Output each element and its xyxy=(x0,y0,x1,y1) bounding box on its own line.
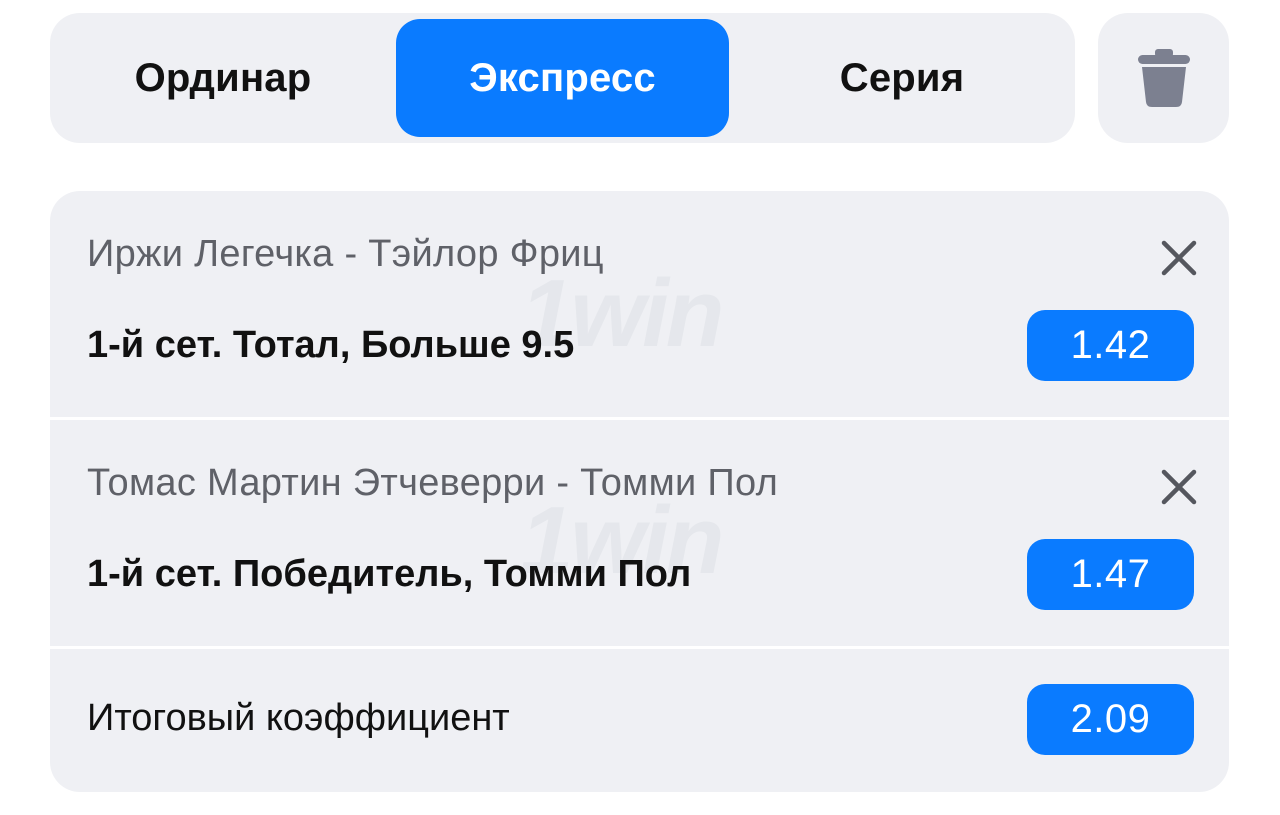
total-odds-row: Итоговый коэффициент 2.09 xyxy=(50,649,1229,792)
tab-single[interactable]: Ординар xyxy=(50,19,396,137)
bet-slip: 1win Иржи Легечка - Тэйлор Фриц 1-й сет.… xyxy=(50,191,1229,792)
market-label: 1-й сет. Тотал, Больше 9.5 xyxy=(87,324,575,366)
bet-item: 1win Иржи Легечка - Тэйлор Фриц 1-й сет.… xyxy=(50,191,1229,417)
total-odds-badge: 2.09 xyxy=(1027,684,1194,755)
odds-badge: 1.42 xyxy=(1027,310,1194,381)
bet-type-tabs: Ординар Экспресс Серия xyxy=(50,13,1075,143)
clear-slip-button[interactable] xyxy=(1098,13,1229,143)
trash-icon xyxy=(1137,49,1190,107)
match-title: Иржи Легечка - Тэйлор Фриц xyxy=(87,233,604,275)
market-label: 1-й сет. Победитель, Томми Пол xyxy=(87,553,692,595)
match-title: Томас Мартин Этчеверри - Томми Пол xyxy=(87,462,779,504)
bet-item: 1win Томас Мартин Этчеверри - Томми Пол … xyxy=(50,420,1229,646)
close-icon[interactable] xyxy=(1158,237,1200,279)
odds-badge: 1.47 xyxy=(1027,539,1194,610)
total-odds-label: Итоговый коэффициент xyxy=(87,697,510,739)
tab-express[interactable]: Экспресс xyxy=(396,19,729,137)
tab-system[interactable]: Серия xyxy=(729,19,1075,137)
close-icon[interactable] xyxy=(1158,466,1200,508)
